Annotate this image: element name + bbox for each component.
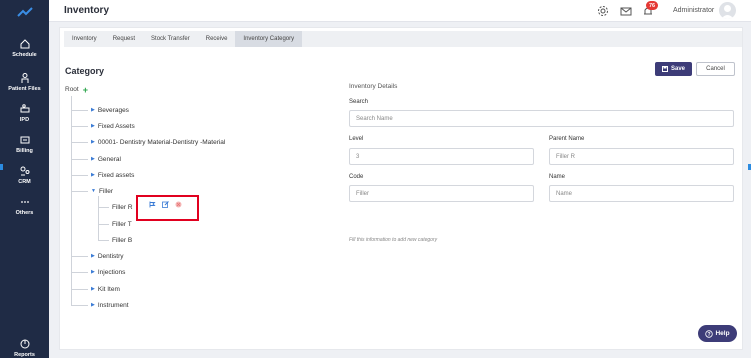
node-label: Kit Item xyxy=(97,285,120,293)
nav-label: Patient Files xyxy=(8,86,41,92)
user-avatar-icon xyxy=(721,5,734,19)
level-field[interactable]: 3 xyxy=(349,148,534,165)
expand-arrow-icon[interactable]: ▶ xyxy=(91,156,95,162)
node-label: Fixed Assets xyxy=(97,122,135,130)
name-label: Name xyxy=(549,174,566,180)
tree-node[interactable]: ▶ Injections xyxy=(71,267,125,277)
node-label: 00001- Dentistry Material-Dentistry -Mat… xyxy=(97,138,226,146)
tree-node[interactable]: ▼ Filler xyxy=(71,186,113,196)
expand-arrow-icon[interactable]: ▶ xyxy=(91,107,95,113)
root-label: Root xyxy=(65,86,79,93)
name-field[interactable]: Name xyxy=(549,185,734,202)
tree-leaf[interactable]: Filler T xyxy=(98,219,132,229)
parent-name-field[interactable]: Filler R xyxy=(549,148,734,165)
node-label: Fixed assets xyxy=(97,171,135,179)
more-icon xyxy=(20,201,29,203)
top-bar: Inventory 76 Administrator xyxy=(49,0,751,22)
edit-icon[interactable] xyxy=(162,201,169,208)
tree-node[interactable]: ▶ Fixed Assets xyxy=(71,121,135,131)
cancel-button[interactable]: Cancel xyxy=(696,62,735,76)
leaf-label: Filler T xyxy=(112,220,132,228)
gear-icon[interactable] xyxy=(597,5,609,17)
nav-ipd[interactable]: IPD xyxy=(0,103,49,123)
floppy-icon xyxy=(661,66,668,72)
node-label: Instrument xyxy=(97,301,129,309)
collapse-arrow-icon[interactable]: ▼ xyxy=(91,188,96,194)
highlight-box xyxy=(136,195,199,221)
expand-arrow-icon[interactable]: ▶ xyxy=(91,172,95,178)
tree-leaf[interactable]: Filler R xyxy=(98,202,133,212)
mail-icon[interactable] xyxy=(620,5,632,17)
nav-patient-files[interactable]: Patient Files xyxy=(0,72,49,92)
tree-leaf[interactable]: Filler B xyxy=(98,235,132,245)
add-icon[interactable]: + xyxy=(83,85,88,94)
expand-arrow-icon[interactable]: ▶ xyxy=(91,286,95,292)
leaf-label: Filler B xyxy=(112,236,133,244)
bed-icon xyxy=(20,104,29,113)
page-title: Inventory xyxy=(64,5,110,16)
expand-arrow-icon[interactable]: ▶ xyxy=(91,123,95,129)
tree-root[interactable]: Root + xyxy=(65,85,88,94)
tree-node[interactable]: ▶ Fixed assets xyxy=(71,170,134,180)
node-label: Beverages xyxy=(97,106,129,114)
person-icon xyxy=(21,73,28,83)
expand-arrow-icon[interactable]: ▶ xyxy=(91,139,95,145)
node-label: Filler xyxy=(98,187,114,195)
parent-name-label: Parent Name xyxy=(549,136,585,142)
tree-node[interactable]: ▶ Beverages xyxy=(71,105,129,115)
nav-label: CRM xyxy=(18,179,31,185)
nav-label: Schedule xyxy=(12,52,37,58)
help-label: Help xyxy=(715,330,730,337)
save-label: Save xyxy=(670,66,685,72)
nav-label: Billing xyxy=(16,148,33,154)
node-label: General xyxy=(97,155,121,163)
add-child-icon[interactable] xyxy=(149,201,156,208)
tree-node[interactable]: ▶ Kit Item xyxy=(71,284,120,294)
left-edge-marker xyxy=(0,164,3,170)
billing-icon xyxy=(20,136,29,144)
delete-icon[interactable] xyxy=(175,201,182,208)
details-title: Inventory Details xyxy=(349,83,398,90)
node-actions xyxy=(149,201,182,208)
level-label: Level xyxy=(349,136,364,142)
nav-schedule[interactable]: Schedule xyxy=(0,38,49,58)
notification-badge: 76 xyxy=(646,1,658,10)
nav-billing[interactable]: Billing xyxy=(0,134,49,154)
nav-label: IPD xyxy=(19,117,30,123)
user-name[interactable]: Administrator xyxy=(673,7,714,14)
sidebar: Schedule Patient Files IPD Billing CRM O… xyxy=(0,0,49,358)
expand-arrow-icon[interactable]: ▶ xyxy=(91,269,95,275)
app-logo[interactable] xyxy=(0,0,49,24)
tree-node[interactable]: ▶ 00001- Dentistry Material-Dentistry -Ma… xyxy=(71,137,225,147)
crm-icon xyxy=(20,166,29,176)
hint-text: Fill this information to add new categor… xyxy=(349,237,438,243)
expand-arrow-icon[interactable]: ▶ xyxy=(91,302,95,308)
tree-node[interactable]: ▶ Instrument xyxy=(71,300,129,310)
expand-arrow-icon[interactable]: ▶ xyxy=(91,253,95,259)
nav-label: Reports xyxy=(14,352,35,358)
node-label: Injections xyxy=(97,268,126,276)
tree-node[interactable]: ▶ General xyxy=(71,154,121,164)
nav-label: Others xyxy=(15,210,34,216)
trend-logo-icon xyxy=(16,7,33,17)
save-button[interactable]: Save xyxy=(655,62,692,76)
avatar[interactable] xyxy=(719,2,736,19)
category-tree: Root + ▶ Beverages ▶ Fixed Assets ▶ 00001- … xyxy=(60,28,360,348)
nav-reports[interactable]: Reports xyxy=(0,338,49,358)
help-icon: ? xyxy=(705,329,714,337)
leaf-label: Filler R xyxy=(112,203,133,211)
search-label: Search xyxy=(349,99,369,105)
reports-icon xyxy=(20,339,29,349)
node-label: Dentistry xyxy=(97,252,124,260)
tree-node[interactable]: ▶ Dentistry xyxy=(71,251,124,261)
code-field[interactable]: Filler xyxy=(349,185,534,202)
home-icon xyxy=(20,39,29,49)
search-input[interactable]: Search Name xyxy=(349,110,734,127)
code-label: Code xyxy=(349,174,364,180)
main-panel: Inventory Request Stock Transfer Receive… xyxy=(59,27,743,350)
svg-text:?: ? xyxy=(708,331,711,337)
nav-crm[interactable]: CRM xyxy=(0,165,49,185)
help-button[interactable]: ? Help xyxy=(698,325,737,342)
nav-others[interactable]: Others xyxy=(0,196,49,216)
